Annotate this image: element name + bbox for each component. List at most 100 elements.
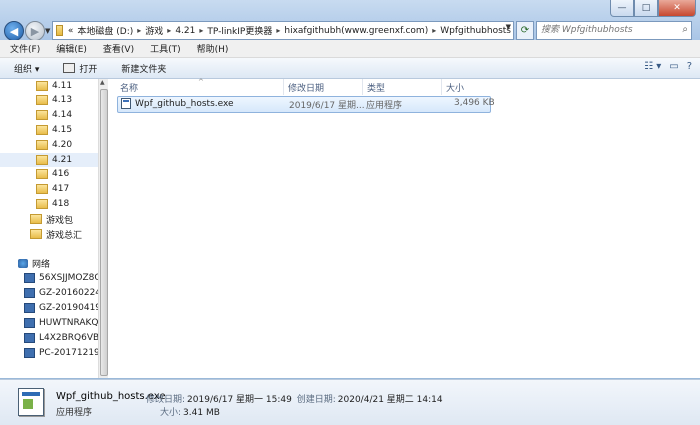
tree-folder[interactable]: 418: [0, 197, 107, 211]
tree-label: 4.20: [52, 140, 73, 150]
column-header-modified[interactable]: 修改日期: [283, 79, 358, 95]
tree-computer[interactable]: L4X2BRQ6VBCN: [0, 331, 107, 345]
organize-button[interactable]: 组织 ▾: [0, 62, 49, 75]
file-name-cell: Wpf_github_hosts.exe: [121, 98, 234, 109]
breadcrumb-item[interactable]: 4.21: [173, 26, 197, 36]
tree-folder[interactable]: 416: [0, 167, 107, 181]
breadcrumb-separator-icon[interactable]: ▸: [165, 26, 173, 35]
computer-icon: [24, 333, 35, 343]
folder-icon: [36, 184, 48, 194]
breadcrumb-separator-icon[interactable]: ▸: [274, 26, 282, 35]
back-arrow-icon: ◀: [9, 24, 19, 38]
back-button[interactable]: ◀: [4, 21, 24, 41]
details-size: 大小: 3.41 MB: [160, 405, 222, 418]
tree-computer[interactable]: GZ-20160224PA: [0, 286, 107, 300]
close-button[interactable]: ✕: [658, 0, 696, 17]
view-options-icon[interactable]: ☷ ▾: [644, 61, 661, 72]
created-value: 2020/4/21 星期二 14:14: [337, 395, 443, 405]
refresh-icon: ⟳: [520, 25, 530, 36]
new-folder-button[interactable]: 新建文件夹: [107, 62, 176, 75]
folder-icon: [36, 199, 48, 209]
computer-icon: [24, 318, 35, 328]
tree-folder[interactable]: 417: [0, 182, 107, 196]
breadcrumb-item[interactable]: 本地磁盘 (D:): [75, 24, 135, 37]
breadcrumb-item[interactable]: TP-linkIP更换器: [205, 24, 274, 37]
search-input[interactable]: [537, 22, 669, 37]
tree-computer[interactable]: GZ-20190419OZ: [0, 301, 107, 315]
maximize-button[interactable]: □: [634, 0, 658, 17]
folder-icon: [30, 229, 42, 239]
forward-button[interactable]: ▶: [25, 21, 45, 41]
address-bar[interactable]: « 本地磁盘 (D:) ▸ 游戏 ▸ 4.21 ▸ TP-linkIP更换器 ▸ hix…: [52, 21, 514, 40]
column-header-size[interactable]: 大小: [441, 79, 496, 95]
tree-folder[interactable]: 4.13: [0, 93, 107, 107]
tree-label: 4.21: [52, 155, 73, 165]
breadcrumb-item[interactable]: Wpfgithubhosts: [438, 26, 513, 36]
modified-label: 修改日期:: [146, 395, 186, 405]
column-header-name[interactable]: 名称: [120, 79, 280, 95]
computer-icon: [24, 348, 35, 358]
folder-icon: [36, 140, 48, 150]
menu-help[interactable]: 帮助(H): [187, 42, 235, 55]
scrollbar-thumb[interactable]: [100, 89, 108, 376]
created-label: 创建日期:: [296, 395, 336, 405]
folder-icon: [36, 110, 48, 120]
modified-value: 2019/6/17 星期一 15:49: [187, 395, 292, 405]
computer-icon: [24, 273, 35, 283]
tree-computer[interactable]: 56XSJJMOZ8C7: [0, 271, 107, 285]
search-box: ⌕: [536, 21, 692, 40]
tree-label: 游戏包: [46, 215, 74, 226]
command-bar: 组织 ▾ 打开 新建文件夹 ☷ ▾ ▭ ?: [0, 58, 700, 79]
folder-icon: [36, 169, 48, 179]
scroll-up-icon[interactable]: ▲: [100, 79, 105, 86]
column-header-type[interactable]: 类型: [362, 79, 437, 95]
address-dropdown-icon[interactable]: ▼: [506, 23, 511, 31]
menu-bar: 文件(F) 编辑(E) 查看(V) 工具(T) 帮助(H): [0, 40, 700, 58]
window-controls: — □ ✕: [610, 0, 696, 17]
forward-arrow-icon: ▶: [30, 24, 40, 38]
tree-computer[interactable]: PC-20171219YF: [0, 346, 107, 360]
tree-folder-selected[interactable]: 4.21: [0, 153, 107, 167]
folder-icon: [36, 155, 48, 165]
menu-view[interactable]: 查看(V): [93, 42, 140, 55]
application-icon: [121, 98, 131, 109]
help-icon[interactable]: ?: [687, 61, 692, 72]
navigation-scrollbar[interactable]: ▲: [98, 79, 108, 378]
breadcrumb-separator-icon[interactable]: ▸: [197, 26, 205, 35]
folder-icon: [36, 95, 48, 105]
network-icon: [18, 258, 28, 268]
tree-folder[interactable]: 4.14: [0, 108, 107, 122]
breadcrumb-separator-icon[interactable]: ▸: [135, 26, 143, 35]
open-label: 打开: [79, 64, 98, 75]
menu-tools[interactable]: 工具(T): [140, 42, 187, 55]
tree-network[interactable]: 网络: [0, 256, 107, 270]
address-overflow[interactable]: «: [66, 26, 76, 36]
tree-computer[interactable]: HUWTNRAKQW: [0, 316, 107, 330]
tree-label: 418: [52, 199, 70, 209]
breadcrumb-separator-icon[interactable]: ▸: [430, 26, 438, 35]
search-icon[interactable]: ⌕: [682, 24, 688, 35]
tree-label: 4.14: [52, 110, 73, 120]
refresh-button[interactable]: ⟳: [516, 21, 534, 40]
tree-folder[interactable]: 游戏总汇: [0, 227, 107, 241]
open-button[interactable]: 打开: [49, 62, 107, 75]
minimize-button[interactable]: —: [610, 0, 634, 17]
tree-folder[interactable]: 游戏包: [0, 212, 107, 226]
details-dates: 修改日期: 2019/6/17 星期一 15:49 创建日期: 2020/4/21 …: [146, 392, 445, 405]
preview-pane-icon[interactable]: ▭: [669, 61, 678, 72]
tree-folder[interactable]: 4.15: [0, 123, 107, 137]
folder-icon: [36, 125, 48, 135]
file-list: ^ 名称 修改日期 类型 大小 Wpf_github_hosts.exe 201…: [108, 78, 700, 378]
menu-edit[interactable]: 编辑(E): [46, 42, 93, 55]
view-controls: ☷ ▾ ▭ ?: [644, 61, 692, 72]
tree-label: 游戏总汇: [46, 230, 83, 241]
recent-pages-dropdown-icon[interactable]: ▼: [45, 27, 50, 35]
explorer-window: — □ ✕ ◀ ▶ ▼ « 本地磁盘 (D:) ▸ 游戏 ▸ 4.21 ▸ TP-li…: [0, 0, 700, 425]
menu-file[interactable]: 文件(F): [0, 42, 46, 55]
table-row[interactable]: Wpf_github_hosts.exe 2019/6/17 星期... 应用程…: [117, 96, 495, 113]
tree-folder[interactable]: 4.20: [0, 138, 107, 152]
breadcrumb-item[interactable]: hixafgithubh(www.greenxf.com): [282, 26, 430, 36]
breadcrumb-item[interactable]: 游戏: [143, 24, 165, 37]
tree-folder[interactable]: 4.11: [0, 79, 107, 93]
file-size: 3,496 KB: [454, 98, 495, 108]
